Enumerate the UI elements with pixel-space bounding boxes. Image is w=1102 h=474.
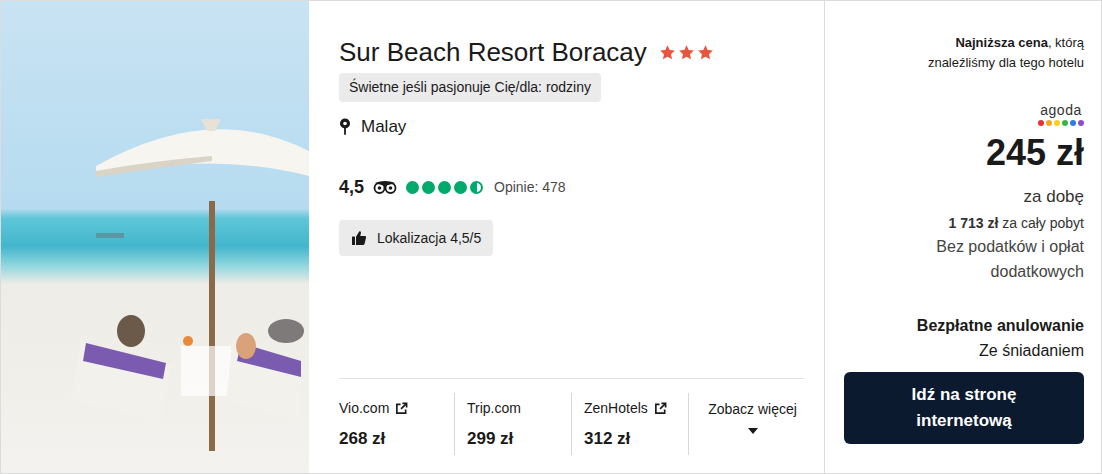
title-row: Sur Beach Resort Boracay (339, 35, 804, 69)
map-pin-icon (339, 118, 351, 136)
lowest-price-bold: Najniższa cena (955, 35, 1048, 50)
agoda-dot (1046, 120, 1052, 126)
hotel-photo[interactable] (1, 1, 309, 473)
rating-bubble (470, 181, 483, 194)
hotel-name[interactable]: Sur Beach Resort Boracay (339, 35, 647, 69)
free-cancellation: Bezpłatne anulowanie (917, 316, 1084, 336)
provider-price: 312 zł (584, 429, 688, 449)
provider-name: ZenHotels (584, 399, 688, 417)
beach-photo-icon (1, 1, 309, 473)
rating-score: 4,5 (339, 176, 364, 198)
price-unit: za dobę (1024, 186, 1085, 208)
see-more-button[interactable]: Zobacz więcej (688, 393, 804, 455)
rating-row: 4,5 Opinie: 478 (339, 176, 804, 198)
hotel-location: Malay (339, 116, 804, 138)
provider-offer[interactable]: ZenHotels 312 zł (571, 393, 688, 455)
agoda-dot (1070, 120, 1076, 126)
provider-offer[interactable]: Trip.com 299 zł (454, 393, 571, 455)
provider-price: 299 zł (467, 429, 571, 449)
caret-down-icon (747, 427, 759, 435)
provider-name: Vio.com (339, 399, 454, 417)
location-name: Malay (361, 116, 406, 138)
provider-label: ZenHotels (584, 399, 648, 417)
external-link-icon (395, 402, 408, 415)
location-score: Lokalizacja 4,5/5 (339, 220, 493, 256)
thumbs-up-icon (351, 230, 367, 246)
star-icon (697, 44, 714, 61)
taxes-note: Bez podatków i opłat dodatkowych (904, 234, 1084, 284)
provider-price: 268 zł (339, 429, 454, 449)
hotel-stars (659, 44, 714, 61)
see-more-label: Zobacz więcej (708, 401, 797, 417)
total-price-rest: za cały pobyt (998, 215, 1084, 231)
go-to-website-button[interactable]: Idź na stronę internetową (844, 372, 1084, 444)
agoda-dot (1062, 120, 1068, 126)
agoda-logo: agoda (1038, 103, 1084, 126)
hotel-card: Sur Beach Resort Boracay Świetne jeśli pa… (0, 0, 1102, 474)
agoda-dot (1078, 120, 1084, 126)
provider-offer[interactable]: Vio.com 268 zł (339, 393, 454, 455)
agoda-dot (1038, 120, 1044, 126)
hotel-tag: Świetne jeśli pasjonuje Cię/dla: rodziny (339, 73, 601, 102)
agoda-name: agoda (1040, 103, 1081, 117)
agoda-dot (1054, 120, 1060, 126)
star-icon (659, 44, 676, 61)
provider-name: Trip.com (467, 399, 571, 417)
providers-row: Vio.com 268 zł Trip.com 299 zł ZenHotels 312 … (339, 378, 804, 473)
rating-bubble (406, 181, 419, 194)
price-per-night: 245 zł (986, 132, 1084, 174)
rating-bubbles (406, 181, 483, 194)
provider-label: Vio.com (339, 399, 389, 417)
reviews-count[interactable]: Opinie: 478 (494, 179, 566, 195)
rating-bubble (438, 181, 451, 194)
hotel-info: Sur Beach Resort Boracay Świetne jeśli pa… (309, 1, 825, 473)
total-price: 1 713 zł za cały pobyt (949, 212, 1084, 234)
rating-bubble (422, 181, 435, 194)
spacer (339, 256, 804, 378)
external-link-icon (654, 402, 667, 415)
total-price-bold: 1 713 zł (949, 215, 999, 231)
star-icon (678, 44, 695, 61)
tripadvisor-icon (373, 180, 397, 194)
provider-label: Trip.com (467, 399, 521, 417)
location-score-text: Lokalizacja 4,5/5 (377, 229, 481, 247)
agoda-dots-icon (1038, 120, 1084, 126)
rating-bubble (454, 181, 467, 194)
lowest-price-note: Najniższa cena, którą znaleźliśmy dla te… (894, 33, 1084, 73)
offer-panel: Najniższa cena, którą znaleźliśmy dla te… (825, 1, 1101, 473)
breakfast-included: Ze śniadaniem (979, 341, 1084, 361)
